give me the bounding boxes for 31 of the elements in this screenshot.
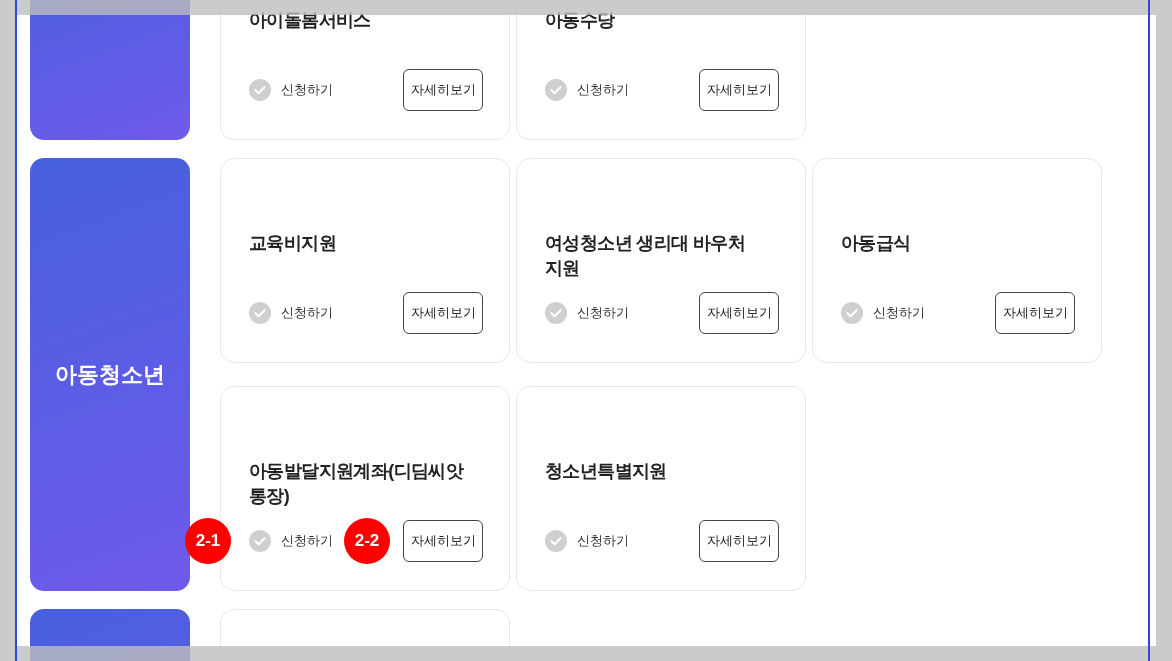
check-icon bbox=[545, 79, 567, 101]
check-icon bbox=[249, 79, 271, 101]
apply-label[interactable]: 신청하기 bbox=[281, 532, 333, 550]
apply-label[interactable]: 신청하기 bbox=[873, 304, 925, 322]
service-title: 여성청소년 생리대 바우처 지원 bbox=[545, 232, 747, 280]
service-title: 청소년특별지원 bbox=[545, 460, 668, 483]
details-button[interactable]: 자세히보기 bbox=[699, 69, 779, 111]
check-icon bbox=[545, 530, 567, 552]
check-icon bbox=[249, 302, 271, 324]
details-button[interactable]: 자세히보기 bbox=[403, 69, 483, 111]
details-button[interactable]: 자세히보기 bbox=[699, 292, 779, 334]
details-button[interactable]: 자세히보기 bbox=[699, 520, 779, 562]
service-title: 교육비지원 bbox=[249, 232, 337, 255]
check-icon bbox=[545, 302, 567, 324]
category-label: 아동청소년 bbox=[55, 360, 165, 389]
apply-label[interactable]: 신청하기 bbox=[281, 81, 333, 99]
details-button[interactable]: 자세히보기 bbox=[403, 292, 483, 334]
apply-label[interactable]: 신청하기 bbox=[577, 304, 629, 322]
details-button[interactable]: 자세히보기 bbox=[995, 292, 1075, 334]
service-title: 아동급식 bbox=[841, 232, 912, 255]
step-marker: 2-1 bbox=[185, 518, 231, 564]
details-button[interactable]: 자세히보기 bbox=[403, 520, 483, 562]
step-marker: 2-2 bbox=[344, 518, 390, 564]
service-title: 아동수당 bbox=[545, 9, 616, 32]
apply-label[interactable]: 신청하기 bbox=[281, 304, 333, 322]
apply-label[interactable]: 신청하기 bbox=[577, 81, 629, 99]
check-icon bbox=[249, 530, 271, 552]
service-title: 아이돌봄서비스 bbox=[249, 9, 372, 32]
service-title: 아동발달지원계좌(디딤씨앗 통장) bbox=[249, 460, 465, 508]
check-icon bbox=[841, 302, 863, 324]
apply-label[interactable]: 신청하기 bbox=[577, 532, 629, 550]
